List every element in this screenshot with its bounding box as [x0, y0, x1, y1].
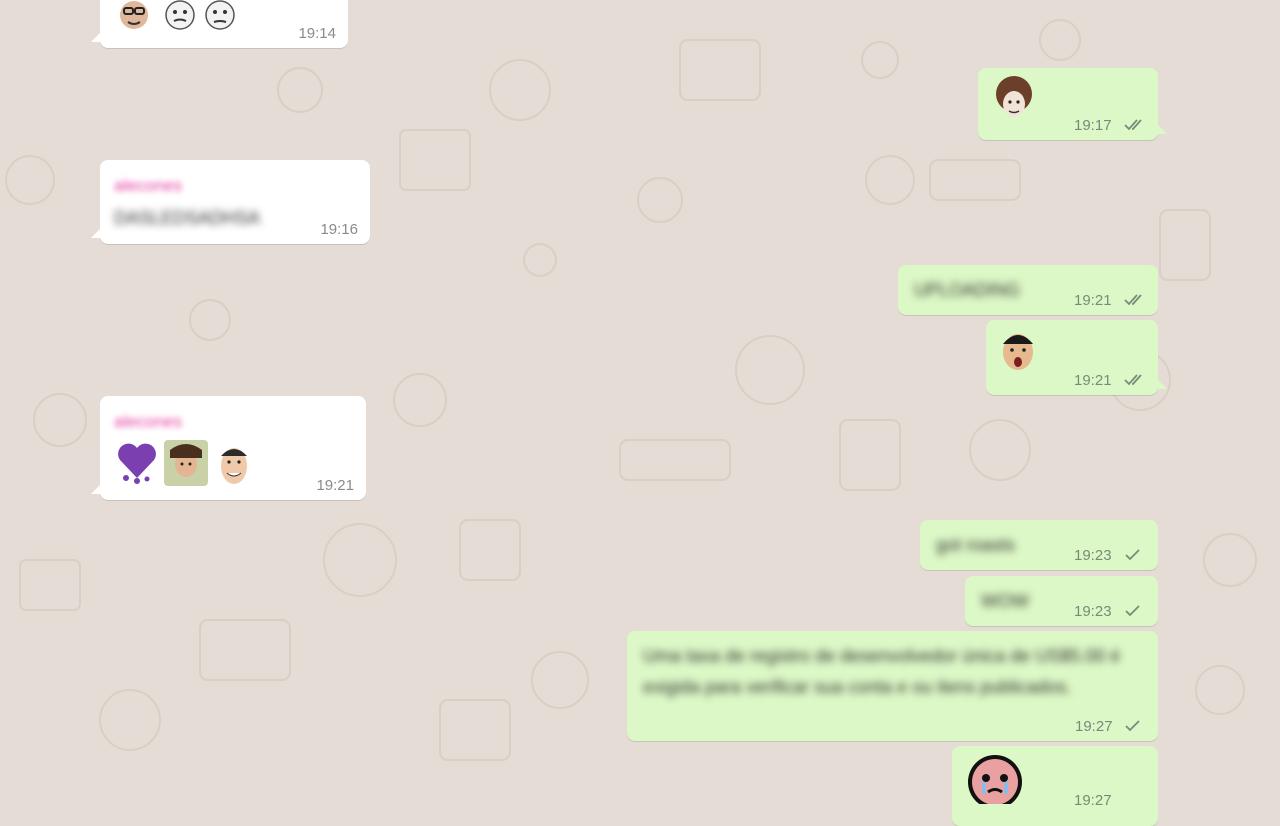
message-outgoing[interactable]: got roasts 19:23 — [920, 520, 1158, 570]
sent-tick-icon — [1125, 549, 1140, 561]
message-time: 19:27 — [1074, 792, 1112, 809]
message-outgoing[interactable]: 19:21 — [986, 320, 1167, 395]
message-text: DASLEDSADHSA — [114, 208, 261, 228]
read-ticks-icon — [1124, 294, 1142, 306]
isaac-crying-emoji — [968, 755, 1022, 804]
purple-melting-heart-emoji — [118, 443, 156, 484]
message-time: 19:16 — [320, 221, 358, 238]
read-ticks-icon — [1124, 119, 1142, 131]
message-outgoing[interactable]: 19:17 — [978, 68, 1167, 140]
message-text: got roasts — [936, 535, 1016, 555]
message-incoming[interactable]: alecones 19:21 — [91, 396, 366, 500]
message-text: WOW — [981, 591, 1029, 611]
sender-name: alecones — [114, 412, 183, 431]
message-time: 19:21 — [1074, 292, 1112, 309]
sent-tick-icon — [1125, 720, 1140, 732]
message-outgoing[interactable]: WOW 19:23 — [965, 576, 1158, 626]
hands-on-head-emoji — [164, 440, 208, 486]
message-incoming[interactable]: 19:14 — [100, 0, 348, 48]
face-bald-emoji-2 — [205, 0, 235, 30]
message-incoming[interactable]: alecones DASLEDSADHSA 19:16 — [91, 160, 370, 244]
message-time: 19:23 — [1074, 547, 1112, 564]
smiling-man-emoji — [221, 448, 247, 484]
message-outgoing[interactable]: UPLOADING 19:21 — [898, 265, 1158, 315]
message-text: Uma taxa de registro de desenvolvedor ún… — [643, 646, 1121, 697]
message-time: 19:14 — [298, 25, 336, 42]
afro-face-emoji — [996, 76, 1032, 117]
sender-name: alecones — [114, 176, 183, 195]
message-time: 19:17 — [1074, 117, 1112, 134]
face-glasses-emoji — [120, 1, 148, 29]
shocked-face-emoji — [1003, 334, 1033, 370]
read-ticks-icon — [1124, 374, 1142, 386]
message-text: UPLOADING — [914, 280, 1021, 300]
face-bald-emoji — [165, 0, 195, 30]
message-time: 19:21 — [1074, 372, 1112, 389]
message-time: 19:21 — [316, 477, 354, 494]
message-outgoing[interactable]: Uma taxa de registro de desenvolvedor ún… — [627, 631, 1158, 741]
message-time: 19:23 — [1074, 603, 1112, 620]
message-outgoing[interactable]: 19:27 — [952, 746, 1158, 826]
message-time: 19:27 — [1075, 718, 1113, 735]
sent-tick-icon — [1125, 605, 1140, 617]
